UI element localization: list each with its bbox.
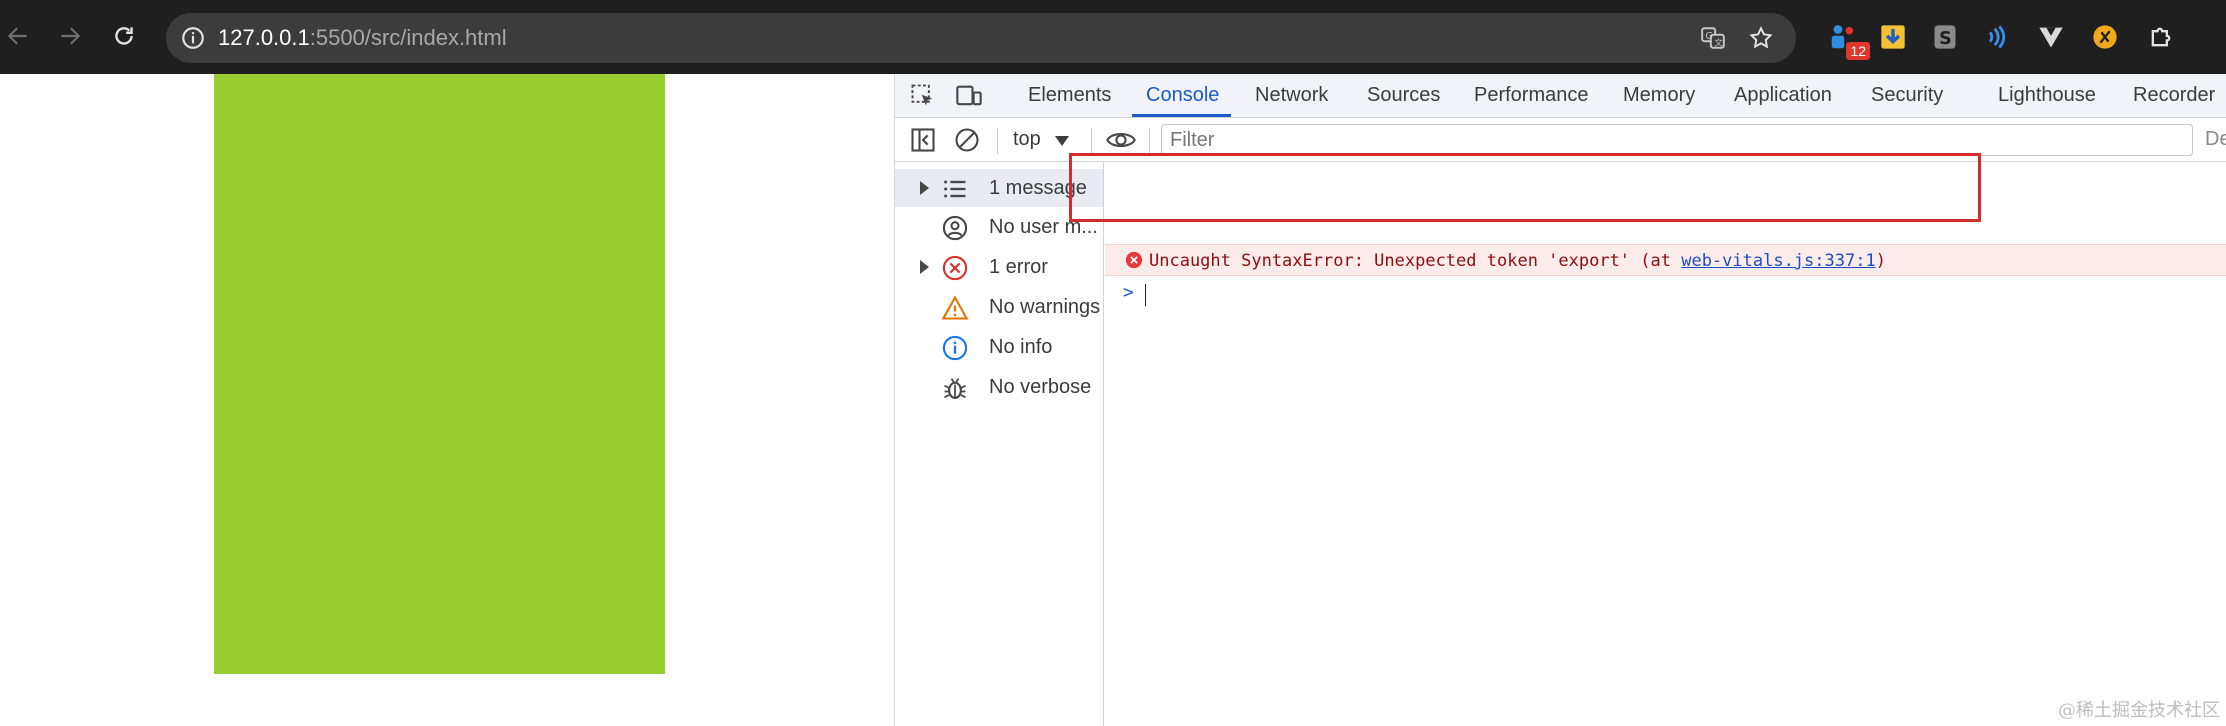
arrow-right-icon [61, 27, 81, 45]
console-prompt[interactable]: > [1105, 276, 2226, 310]
download-icon [1881, 25, 1905, 49]
console-messages: Uncaught SyntaxError: Unexpected token '… [1105, 162, 2226, 726]
bug-icon [944, 378, 966, 399]
browser-toolbar: 127.0.0.1:5500/src/index.html G文 12 S [0, 0, 2226, 74]
context-dropdown-icon[interactable] [1055, 136, 1069, 146]
sidebar-toggle-icon[interactable] [909, 126, 937, 154]
sidebar-item-info[interactable]: No info [895, 328, 1103, 366]
sidebar-item-label: No info [989, 336, 1053, 358]
filter-input[interactable] [1161, 124, 2193, 156]
text-cursor [1145, 284, 1146, 306]
tab-application[interactable]: Application [1734, 84, 1832, 107]
site-info-icon[interactable] [180, 25, 206, 51]
svg-text:S: S [1939, 29, 1952, 49]
log-levels-dropdown[interactable]: De [2205, 128, 2226, 151]
sidebar-item-verbose[interactable]: No verbose [895, 368, 1103, 406]
svg-text:文: 文 [1714, 37, 1723, 49]
wave-icon [1988, 25, 2006, 49]
device-toolbar-icon[interactable] [955, 82, 983, 110]
sidebar-item-label: No verbose [989, 376, 1092, 398]
error-circle-icon [1125, 251, 1143, 269]
download-extension-icon[interactable] [1876, 20, 1910, 54]
tab-elements[interactable]: Elements [1028, 84, 1111, 107]
prompt-chevron-icon: > [1123, 282, 1134, 303]
tab-lighthouse[interactable]: Lighthouse [1998, 84, 2096, 107]
toolbar-separator [997, 128, 998, 154]
orange-extension-icon[interactable] [2088, 20, 2122, 54]
url-text[interactable]: 127.0.0.1:5500/src/index.html [218, 25, 507, 51]
puzzle-extensions-icon[interactable] [2144, 20, 2178, 54]
error-source-link[interactable]: web-vitals.js:337:1 [1681, 251, 1875, 271]
context-selector[interactable]: top [1013, 128, 1041, 151]
sidebar-item-warnings[interactable]: No warnings [895, 288, 1103, 326]
url-path: :5500/src/index.html [309, 25, 507, 50]
active-tab-indicator [1132, 114, 1231, 117]
extension-badge: 12 [1846, 42, 1870, 60]
address-bar[interactable]: 127.0.0.1:5500/src/index.html G文 [166, 13, 1796, 63]
tab-memory[interactable]: Memory [1623, 84, 1695, 107]
toolbar-separator [1149, 128, 1150, 154]
inspect-element-icon[interactable] [909, 82, 937, 110]
svg-text:G: G [1705, 31, 1713, 42]
wave-extension-icon[interactable] [1980, 20, 2014, 54]
error-icon [942, 255, 968, 281]
warning-icon [941, 295, 969, 320]
s-extension-icon[interactable]: S [1928, 20, 1962, 54]
green-box [214, 74, 665, 674]
devtools-tabbar: Elements Console Network Sources Perform… [895, 74, 2226, 118]
bookmark-button[interactable] [1746, 23, 1776, 53]
star-icon [1749, 26, 1773, 49]
tab-sources[interactable]: Sources [1367, 84, 1440, 107]
live-expression-eye-icon[interactable] [1105, 126, 1137, 154]
forward-button[interactable] [52, 18, 88, 54]
expand-caret-icon[interactable] [920, 260, 929, 274]
puzzle-icon [2151, 27, 2171, 47]
toolbar-separator [1091, 128, 1092, 154]
arrow-left-icon [7, 27, 27, 45]
list-icon [944, 180, 966, 198]
reload-icon [115, 27, 133, 45]
sidebar-item-label: 1 error [989, 256, 1048, 278]
expand-caret-icon[interactable] [920, 181, 929, 195]
url-host: 127.0.0.1 [218, 25, 310, 50]
sidebar-item-errors[interactable]: 1 error [895, 248, 1103, 286]
tab-security[interactable]: Security [1871, 84, 1943, 107]
s-icon: S [1934, 25, 1956, 49]
translate-icon: G文 [1701, 27, 1725, 49]
clear-console-icon[interactable] [953, 126, 981, 154]
watermark: @稀土掘金技术社区 [2058, 700, 2220, 721]
tab-recorder[interactable]: Recorder [2133, 84, 2215, 107]
error-highlight-box [1069, 153, 1981, 222]
translate-button[interactable]: G文 [1698, 23, 1728, 53]
sidebar-item-label: No warnings [989, 296, 1101, 318]
console-error-message[interactable]: Uncaught SyntaxError: Unexpected token '… [1105, 244, 2226, 276]
error-message-text: Uncaught SyntaxError: Unexpected token '… [1149, 251, 1682, 271]
back-button[interactable] [0, 18, 36, 54]
extension-icon-1[interactable]: 12 [1826, 20, 1870, 60]
error-close-paren: ) [1875, 251, 1886, 271]
reload-button[interactable] [106, 18, 142, 54]
console-sidebar: 1 message No user m... 1 error No warnin… [895, 162, 1104, 726]
vue-extension-icon[interactable] [2034, 20, 2068, 54]
user-icon [942, 215, 968, 241]
tab-network[interactable]: Network [1255, 84, 1328, 107]
orange-circle-icon [2093, 25, 2117, 49]
vue-icon [2039, 27, 2063, 48]
tab-performance[interactable]: Performance [1474, 84, 1589, 107]
tab-console[interactable]: Console [1146, 84, 1219, 107]
info-icon [942, 335, 968, 361]
error-text: Uncaught SyntaxError: Unexpected token '… [1149, 251, 1886, 271]
